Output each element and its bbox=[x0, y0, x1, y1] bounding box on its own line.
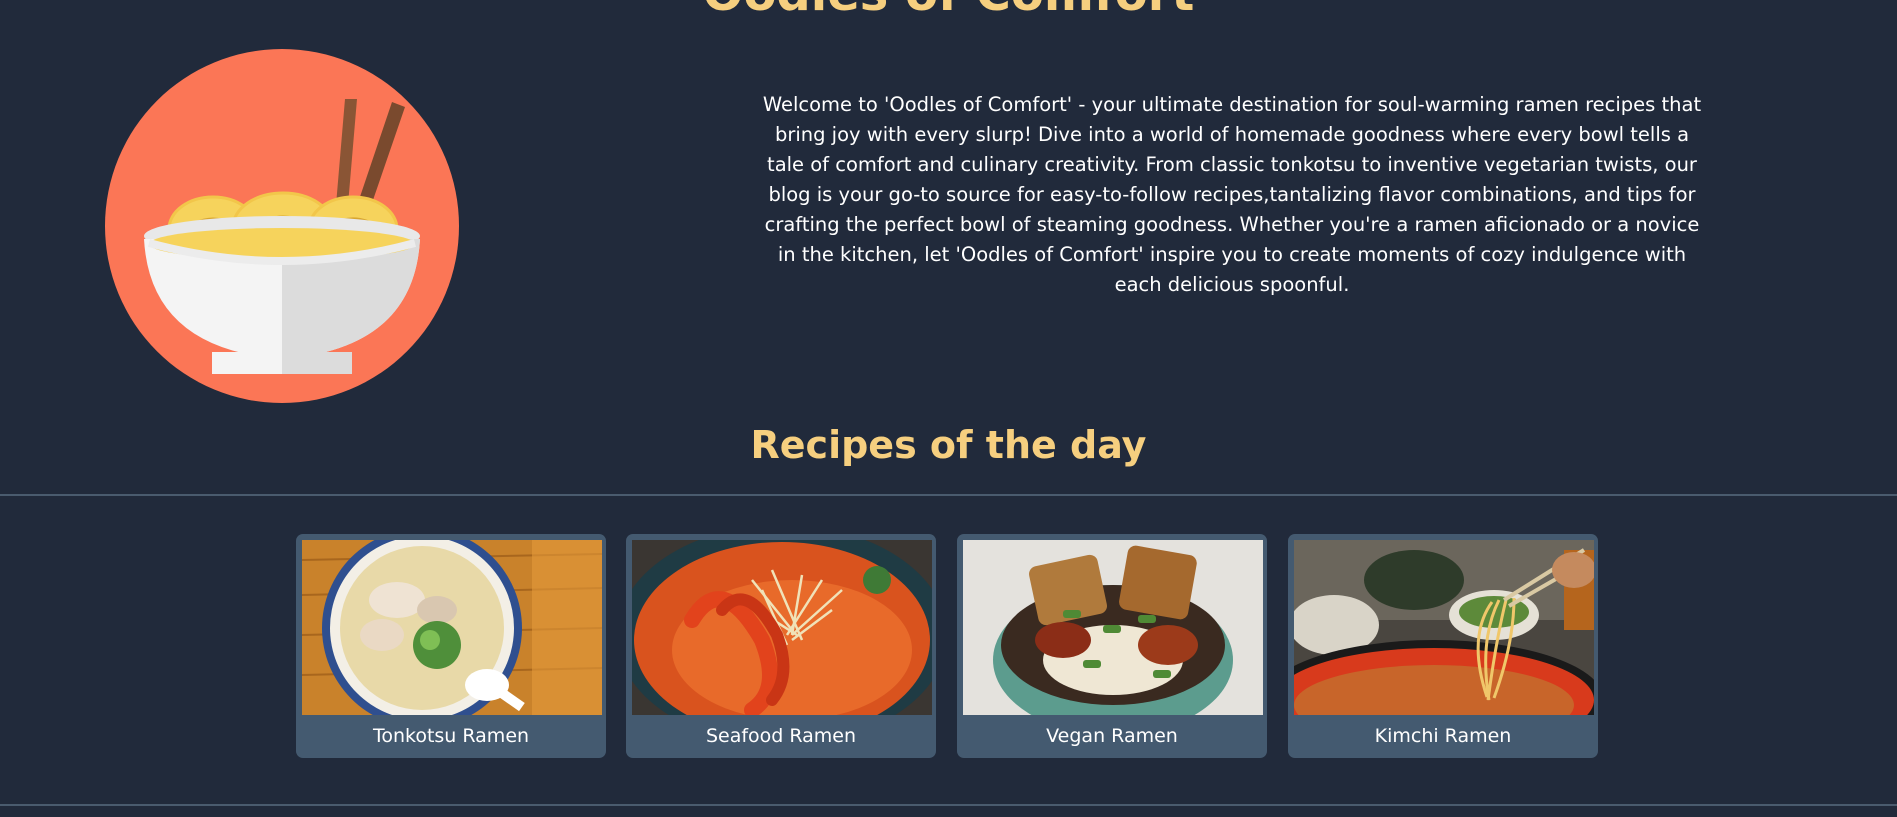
section-divider bbox=[0, 804, 1897, 806]
intro-text: Welcome to 'Oodles of Comfort' - your ul… bbox=[762, 93, 1702, 296]
tonkotsu-ramen-image bbox=[302, 540, 602, 715]
recipe-card-kimchi[interactable]: Kimchi Ramen bbox=[1288, 534, 1598, 758]
recipe-card-label: Vegan Ramen bbox=[1046, 725, 1178, 747]
vegan-ramen-image bbox=[963, 540, 1263, 715]
recipe-card-vegan[interactable]: Vegan Ramen bbox=[957, 534, 1267, 758]
kimchi-ramen-image bbox=[1294, 540, 1594, 715]
recipe-cards: Tonkotsu Ramen Seafood Ramen Vegan Ramen… bbox=[296, 534, 1600, 758]
recipe-card-label: Tonkotsu Ramen bbox=[372, 725, 530, 747]
section-divider bbox=[0, 494, 1897, 496]
recipe-card-label: Seafood Ramen bbox=[705, 725, 857, 747]
ramen-bowl-icon bbox=[105, 49, 459, 403]
page: Oodles of Comfort bbox=[0, 0, 1897, 817]
recipe-card-label: Kimchi Ramen bbox=[1374, 725, 1512, 747]
section-title: Recipes of the day bbox=[750, 423, 1147, 467]
recipe-card-seafood[interactable]: Seafood Ramen bbox=[626, 534, 936, 758]
site-title: Oodles of Comfort bbox=[0, 0, 1897, 18]
seafood-ramen-image bbox=[632, 540, 932, 715]
recipe-card-tonkotsu[interactable]: Tonkotsu Ramen bbox=[296, 534, 606, 758]
